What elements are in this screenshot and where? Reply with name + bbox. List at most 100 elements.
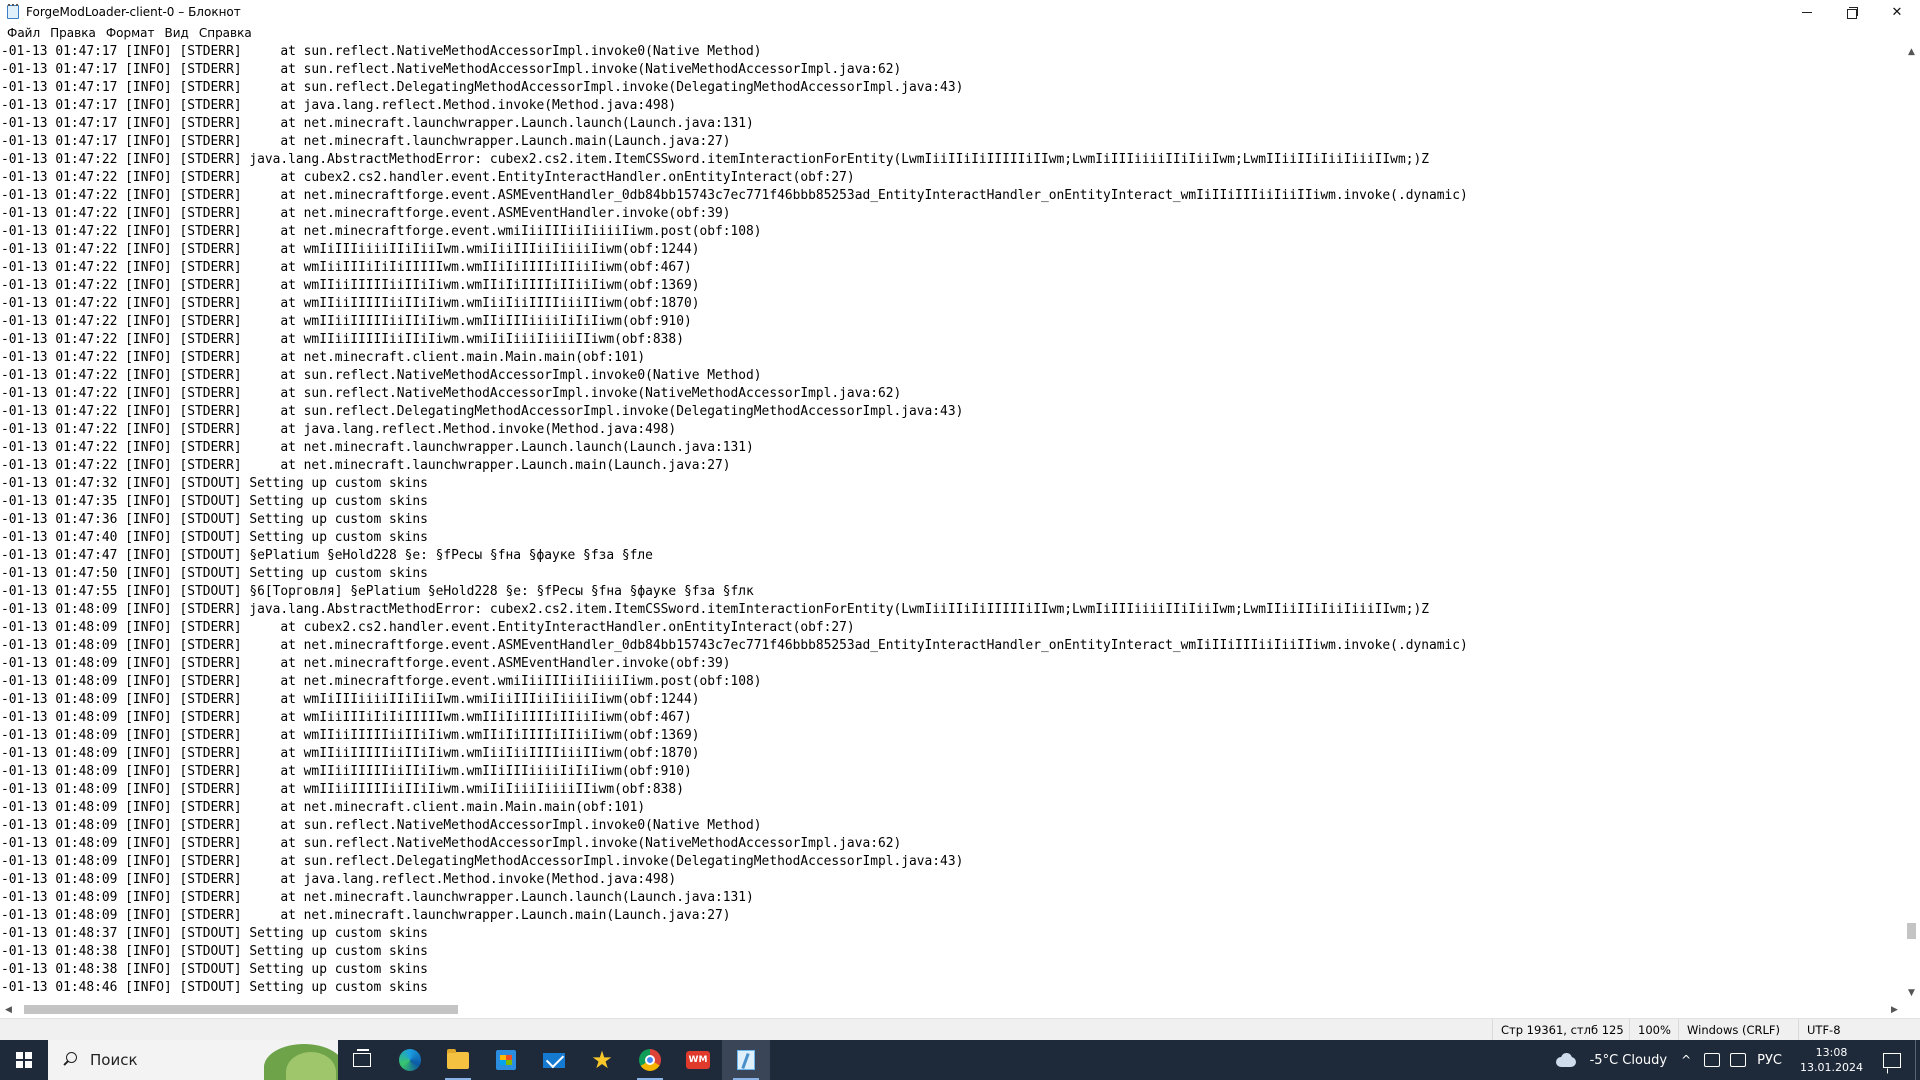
text-line: -01-13 01:48:38 [INFO] [STDOUT] Setting … (1, 944, 428, 959)
text-line: -01-13 01:48:09 [INFO] [STDERR] at wmIIi… (1, 764, 692, 779)
maximize-button[interactable] (1829, 0, 1874, 24)
clock[interactable]: 13:08 13.01.2024 (1788, 1045, 1875, 1075)
text-line: -01-13 01:47:22 [INFO] [STDERR] at wmIIi… (1, 314, 692, 329)
close-button[interactable]: ✕ (1874, 0, 1920, 24)
text-line: -01-13 01:47:17 [INFO] [STDERR] at sun.r… (1, 80, 964, 95)
encoding: UTF-8 (1798, 1019, 1920, 1041)
language-indicator[interactable]: РУС (1751, 1053, 1788, 1068)
title-bar[interactable]: ForgeModLoader-client-0 – Блокнот ✕ (0, 0, 1920, 24)
battery-icon[interactable] (1704, 1053, 1721, 1067)
close-icon: ✕ (1891, 4, 1903, 20)
text-line: -01-13 01:48:09 [INFO] [STDERR] at wmIii… (1, 710, 692, 725)
text-line: -01-13 01:48:37 [INFO] [STDOUT] Setting … (1, 926, 428, 941)
store-icon (496, 1050, 516, 1070)
taskbar-search[interactable]: Поиск (48, 1040, 338, 1080)
chevron-up-icon[interactable]: ^ (1673, 1053, 1699, 1067)
text-line: -01-13 01:47:22 [INFO] [STDERR] at net.m… (1, 440, 754, 455)
window-controls: ✕ (1784, 0, 1920, 24)
clock-date: 13.01.2024 (1800, 1061, 1863, 1074)
menu-help[interactable]: Справка (194, 24, 257, 42)
text-line: -01-13 01:48:09 [INFO] [STDERR] at net.m… (1, 674, 762, 689)
cloud-icon (1554, 1053, 1578, 1067)
zoom-level: 100% (1629, 1019, 1684, 1041)
scroll-right-icon[interactable]: ▶ (1886, 1001, 1903, 1018)
notification-icon[interactable] (1883, 1052, 1901, 1068)
task-view-button[interactable] (338, 1040, 386, 1080)
text-line: -01-13 01:47:22 [INFO] [STDERR] at net.m… (1, 206, 731, 221)
restore-icon (1846, 7, 1858, 19)
text-line: -01-13 01:47:36 [INFO] [STDOUT] Setting … (1, 512, 428, 527)
menu-format[interactable]: Формат (101, 24, 160, 42)
text-line: -01-13 01:47:32 [INFO] [STDOUT] Setting … (1, 476, 428, 491)
menu-edit[interactable]: Правка (45, 24, 101, 42)
text-line: -01-13 01:48:09 [INFO] [STDERR] at wmIIi… (1, 782, 684, 797)
search-highlight-image (258, 1040, 338, 1080)
folder-icon (447, 1048, 469, 1069)
store-button[interactable] (482, 1040, 530, 1080)
text-line: -01-13 01:48:09 [INFO] [STDERR] at java.… (1, 872, 677, 887)
horizontal-scroll-thumb[interactable] (24, 1005, 458, 1014)
file-explorer-button[interactable] (434, 1040, 482, 1080)
search-icon (62, 1052, 78, 1068)
chrome-icon (639, 1049, 661, 1071)
vertical-scrollbar[interactable]: ▲ ▼ (1903, 43, 1920, 1001)
text-line: -01-13 01:48:46 [INFO] [STDOUT] Setting … (1, 980, 428, 995)
chrome-button[interactable] (626, 1040, 674, 1080)
cursor-position: Стр 19361, стлб 125 (1492, 1019, 1637, 1041)
text-line: -01-13 01:48:09 [INFO] [STDERR] java.lan… (1, 602, 1429, 617)
text-line: -01-13 01:47:22 [INFO] [STDERR] at sun.r… (1, 368, 762, 383)
notepad-taskbar-button[interactable] (722, 1040, 770, 1080)
window-title: ForgeModLoader-client-0 – Блокнот (26, 5, 241, 19)
horizontal-scrollbar[interactable]: ◀ ▶ (0, 1001, 1903, 1018)
scroll-left-icon[interactable]: ◀ (0, 1001, 17, 1018)
notepad-icon (5, 4, 21, 20)
text-line: -01-13 01:47:50 [INFO] [STDOUT] Setting … (1, 566, 428, 581)
weather-text[interactable]: -5°C Cloudy (1584, 1053, 1674, 1068)
text-line: -01-13 01:47:22 [INFO] [STDERR] at wmIIi… (1, 332, 684, 347)
wm-icon: WM (686, 1051, 710, 1069)
text-line: -01-13 01:47:22 [INFO] [STDERR] at wmIiI… (1, 242, 700, 257)
minimize-button[interactable] (1784, 0, 1829, 24)
mail-icon (543, 1052, 565, 1068)
menu-view[interactable]: Вид (160, 24, 194, 42)
text-line: -01-13 01:47:22 [INFO] [STDERR] at wmIii… (1, 260, 692, 275)
menu-file[interactable]: Файл (2, 24, 45, 42)
edge-button[interactable] (386, 1040, 434, 1080)
text-line: -01-13 01:47:17 [INFO] [STDERR] at java.… (1, 98, 677, 113)
text-line: -01-13 01:48:09 [INFO] [STDERR] at net.m… (1, 656, 731, 671)
text-line: -01-13 01:47:22 [INFO] [STDERR] at java.… (1, 422, 677, 437)
text-line: -01-13 01:47:17 [INFO] [STDERR] at sun.r… (1, 62, 902, 77)
windows-logo-icon (16, 1052, 32, 1068)
text-line: -01-13 01:47:40 [INFO] [STDOUT] Setting … (1, 530, 428, 545)
notepad-taskbar-icon (737, 1050, 755, 1070)
scroll-down-icon[interactable]: ▼ (1903, 984, 1920, 1001)
text-line: -01-13 01:47:17 [INFO] [STDERR] at net.m… (1, 116, 754, 131)
search-placeholder: Поиск (90, 1051, 138, 1069)
text-line: -01-13 01:48:38 [INFO] [STDOUT] Setting … (1, 962, 428, 977)
status-bar: Стр 19361, стлб 125 100% Windows (CRLF) … (0, 1018, 1920, 1041)
network-icon[interactable] (1730, 1053, 1747, 1067)
text-line: -01-13 01:48:09 [INFO] [STDERR] at sun.r… (1, 854, 964, 869)
text-line: -01-13 01:47:55 [INFO] [STDOUT] §6[Торго… (1, 584, 754, 599)
vertical-scroll-thumb[interactable] (1907, 923, 1916, 939)
star-icon: ★ (591, 1046, 613, 1074)
text-line: -01-13 01:48:09 [INFO] [STDERR] at net.m… (1, 908, 731, 923)
text-line: -01-13 01:47:22 [INFO] [STDERR] at net.m… (1, 188, 1468, 203)
scroll-up-icon[interactable]: ▲ (1903, 43, 1920, 60)
text-line: -01-13 01:47:35 [INFO] [STDOUT] Setting … (1, 494, 428, 509)
text-line: -01-13 01:47:22 [INFO] [STDERR] at net.m… (1, 224, 762, 239)
clock-time: 13:08 (1815, 1046, 1848, 1059)
text-line: -01-13 01:48:09 [INFO] [STDERR] at net.m… (1, 638, 1468, 653)
edge-icon (399, 1049, 421, 1071)
show-desktop-button[interactable] (1915, 1040, 1920, 1080)
text-line: -01-13 01:48:09 [INFO] [STDERR] at cubex… (1, 620, 855, 635)
text-line: -01-13 01:48:09 [INFO] [STDERR] at net.m… (1, 890, 754, 905)
start-button[interactable] (0, 1040, 48, 1080)
text-editor[interactable]: -01-13 01:47:17 [INFO] [STDERR] at sun.r… (0, 43, 1903, 1001)
wm-button[interactable]: WM (674, 1040, 722, 1080)
text-line: -01-13 01:47:22 [INFO] [STDERR] at net.m… (1, 458, 731, 473)
text-line: -01-13 01:47:22 [INFO] [STDERR] at wmIIi… (1, 296, 700, 311)
scrollbar-corner (1903, 1001, 1920, 1018)
mail-button[interactable] (530, 1040, 578, 1080)
favorites-button[interactable]: ★ (578, 1040, 626, 1080)
